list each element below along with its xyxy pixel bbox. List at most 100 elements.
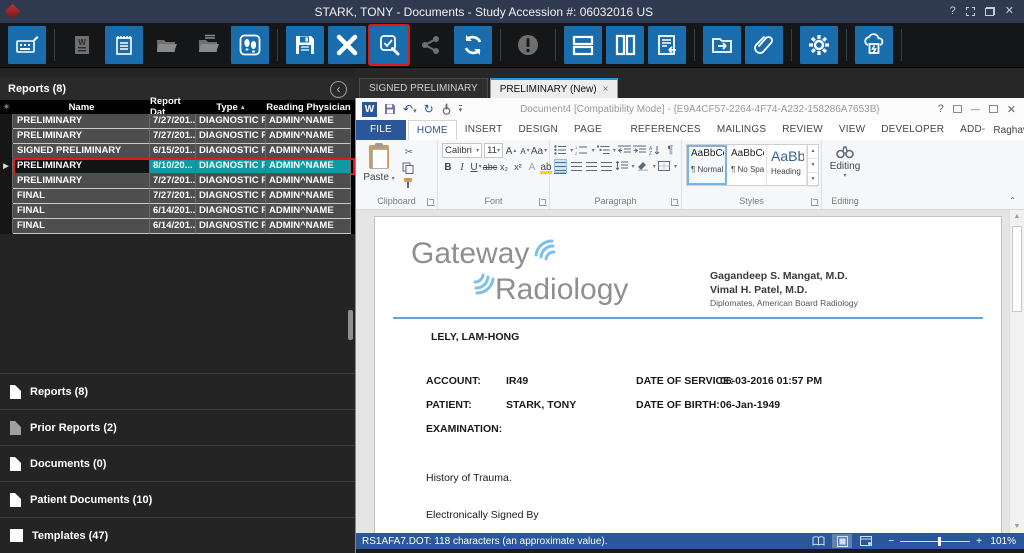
report-row[interactable]: PRELIMINARY 7/27/201... DIAGNOSTIC P... … — [0, 114, 355, 129]
style-card[interactable]: AaBbCcDc ¶ Normal — [687, 145, 727, 185]
save-icon[interactable] — [286, 26, 324, 64]
notepad-icon[interactable] — [105, 26, 143, 64]
attachment-icon[interactable] — [745, 26, 783, 64]
change-case-icon[interactable]: Aa ▾ — [531, 144, 547, 158]
ribbon-tab[interactable]: FILE — [356, 120, 406, 140]
styles-gallery-scroll[interactable]: ▲ ▼ ▼ — [807, 145, 818, 187]
scrollbar-thumb[interactable] — [1012, 226, 1022, 312]
ribbon-tab[interactable]: ADD-INS — [952, 120, 993, 155]
panel-section-item[interactable]: Patient Documents (10) — [0, 481, 355, 517]
underline-icon[interactable]: U ▾ — [470, 160, 482, 174]
report-row[interactable]: PRELIMINARY 8/10/20... DIAGNOSTIC P... A… — [0, 158, 355, 175]
ribbon-tab[interactable]: REFERENCES — [622, 120, 708, 140]
panel-scrollbar-thumb[interactable] — [348, 310, 353, 340]
italic-icon[interactable]: I — [456, 160, 468, 174]
find-binoculars-icon[interactable] — [836, 145, 854, 159]
export-folder-icon[interactable] — [703, 26, 741, 64]
show-paragraph-marks-icon[interactable]: ¶ — [664, 143, 677, 157]
format-painter-icon[interactable] — [402, 177, 414, 189]
split-vertical-icon[interactable] — [606, 26, 644, 64]
style-card[interactable]: AaBbC Heading 1 — [767, 145, 807, 185]
zoom-slider-thumb[interactable] — [938, 536, 942, 546]
align-right-icon[interactable] — [585, 159, 598, 173]
help-button[interactable]: ? — [950, 6, 956, 17]
web-layout-icon[interactable] — [856, 534, 876, 548]
touch-mode-icon[interactable] — [441, 103, 452, 115]
quick-save-icon[interactable] — [384, 103, 396, 115]
folder-tasks-icon[interactable] — [189, 26, 227, 64]
footprints-icon[interactable] — [231, 26, 269, 64]
copy-icon[interactable] — [402, 162, 414, 174]
refresh-icon[interactable] — [454, 26, 492, 64]
document-scrollbar[interactable]: ▲ ▼ — [1009, 210, 1024, 533]
import-report-icon[interactable] — [648, 26, 686, 64]
ribbon-tab[interactable]: INSERT — [457, 120, 511, 140]
numbering-icon[interactable]: 12 — [575, 143, 588, 157]
ribbon-display-options-icon[interactable] — [952, 105, 962, 113]
panel-section-item[interactable]: Prior Reports (2) — [0, 409, 355, 445]
zoom-level[interactable]: 101% — [988, 536, 1016, 547]
restore-button[interactable] — [984, 7, 995, 16]
strikethrough-icon[interactable]: abc — [483, 160, 498, 174]
shading-icon[interactable] — [637, 159, 650, 173]
settings-gear-icon[interactable] — [800, 26, 838, 64]
column-header-type[interactable]: Type ▲ — [196, 102, 266, 113]
cloud-power-icon[interactable] — [855, 26, 893, 64]
bullets-icon[interactable] — [554, 143, 567, 157]
report-tab[interactable]: SIGNED PRELIMINARY — [359, 78, 488, 98]
paragraph-dialog-launcher-icon[interactable] — [671, 198, 679, 206]
ribbon-tab[interactable]: MAILINGS — [709, 120, 774, 140]
word-help-icon[interactable]: ? — [938, 103, 944, 115]
paste-button[interactable]: Paste ▾ — [360, 143, 398, 195]
align-left-icon[interactable] — [554, 159, 568, 173]
close-tab-icon[interactable]: × — [603, 84, 609, 95]
document-page[interactable]: Gateway Radiology Gagandeep S. Mangat, M… — [374, 216, 1002, 533]
share-icon[interactable] — [412, 26, 450, 64]
ribbon-tab[interactable]: VIEW — [831, 120, 873, 140]
word-logo-icon[interactable]: W — [362, 101, 377, 117]
ribbon-tab[interactable]: DEVELOPER — [873, 120, 952, 140]
scroll-up-icon[interactable]: ▲ — [1010, 213, 1024, 220]
read-mode-icon[interactable] — [808, 534, 828, 548]
text-effects-icon[interactable]: A — [526, 160, 538, 174]
font-name-combobox[interactable]: Calibri ▾ — [442, 143, 483, 158]
panel-section-item[interactable]: Templates (47) — [0, 517, 355, 553]
subscript-icon[interactable]: x₂ — [498, 160, 510, 174]
open-folder-icon[interactable] — [147, 26, 185, 64]
editing-button[interactable]: Editing — [830, 161, 861, 172]
report-tab[interactable]: PRELIMINARY (New) × — [489, 78, 619, 98]
multilevel-list-icon[interactable] — [596, 143, 610, 157]
borders-icon[interactable] — [658, 159, 671, 173]
scroll-down-icon[interactable]: ▼ — [1010, 523, 1024, 530]
shrink-font-icon[interactable]: A ▾ — [519, 144, 531, 158]
ribbon-tab[interactable]: HOME — [407, 120, 457, 140]
superscript-icon[interactable]: x² — [512, 160, 524, 174]
panel-section-item[interactable]: Documents (0) — [0, 445, 355, 481]
align-center-icon[interactable] — [569, 159, 582, 173]
justify-icon[interactable] — [600, 159, 613, 173]
verify-magnifier-icon[interactable] — [368, 24, 410, 66]
increase-indent-icon[interactable] — [633, 143, 647, 157]
print-layout-icon[interactable] — [832, 534, 853, 548]
word-restore-icon[interactable] — [988, 105, 998, 113]
sort-icon[interactable]: AZ — [648, 143, 661, 157]
word-document-icon[interactable]: W — [63, 26, 101, 64]
collapse-panel-icon[interactable]: ‹ — [330, 80, 347, 98]
report-row[interactable]: FINAL 6/14/201... DIAGNOSTIC R... ADMIN^… — [0, 219, 355, 234]
decrease-indent-icon[interactable] — [618, 143, 632, 157]
grow-font-icon[interactable]: A ▴ — [505, 144, 517, 158]
cut-icon[interactable]: ✂ — [402, 146, 416, 159]
font-dialog-launcher-icon[interactable] — [539, 198, 547, 206]
style-card[interactable]: AaBbCcDc ¶ No Spac... — [727, 145, 767, 185]
panel-section-item[interactable]: Reports (8) — [0, 373, 355, 409]
delete-x-icon[interactable] — [328, 26, 366, 64]
alert-icon[interactable] — [509, 26, 547, 64]
zoom-out-icon[interactable]: − — [888, 536, 894, 547]
undo-icon[interactable]: ↶▾ — [403, 103, 417, 115]
column-header-name[interactable]: Name — [13, 102, 150, 113]
clipboard-dialog-launcher-icon[interactable] — [427, 198, 435, 206]
collapse-ribbon-icon[interactable]: ⌃ — [1009, 196, 1016, 205]
report-row[interactable]: SIGNED PRELIMINARY 6/15/201... DIAGNOSTI… — [0, 144, 355, 159]
report-row[interactable]: PRELIMINARY 7/27/201... DIAGNOSTIC P... … — [0, 129, 355, 144]
zoom-in-icon[interactable]: + — [976, 536, 982, 547]
